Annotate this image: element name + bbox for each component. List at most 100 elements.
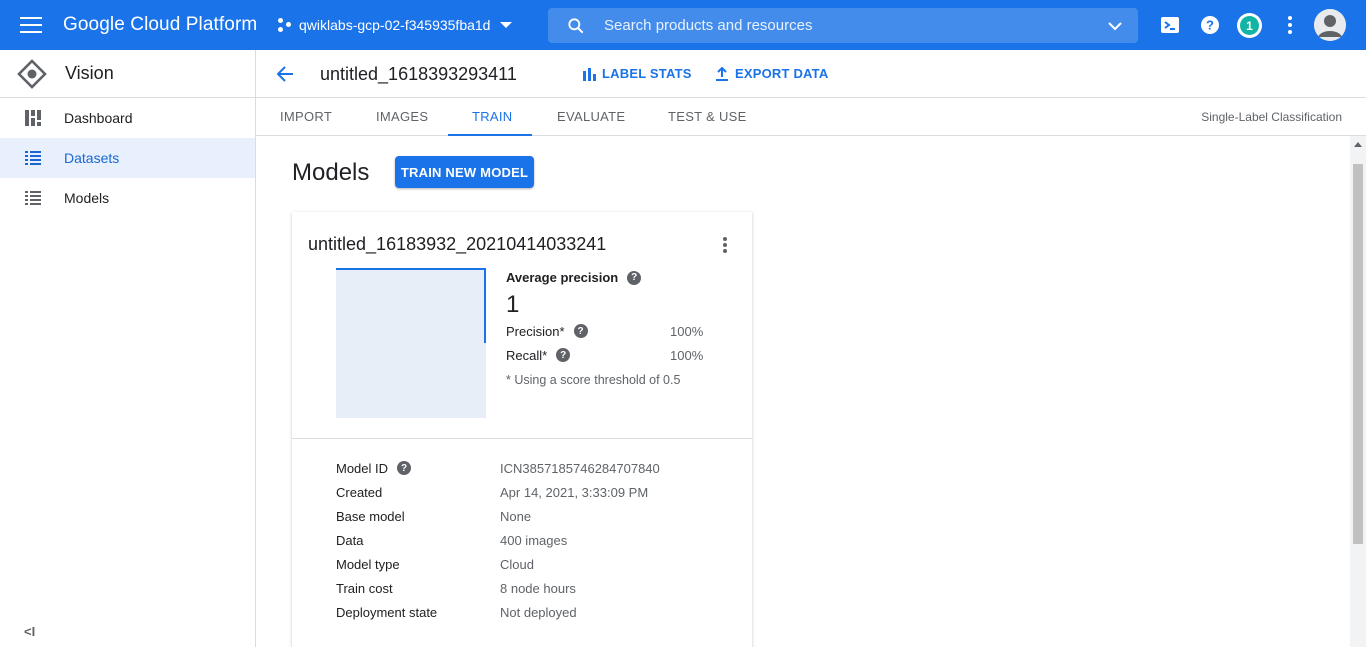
recall-text: Recall* — [506, 347, 548, 363]
page-title: Models — [292, 159, 370, 186]
brand-title[interactable]: Google Cloud Platform — [63, 14, 257, 36]
property-row: Model ID? ICN3857185746284707840 — [336, 456, 660, 480]
property-row: Deployment state Not deployed — [336, 600, 660, 624]
more-vert-icon[interactable] — [1279, 14, 1301, 36]
search-input[interactable] — [604, 17, 1084, 34]
precision-label: Precision*? — [506, 324, 588, 339]
sidebar: Vision Dashboard Datasets Models <I — [0, 50, 256, 647]
upload-icon — [716, 66, 728, 81]
property-value: None — [500, 508, 532, 524]
avg-precision-label: Average precision ? — [506, 270, 726, 285]
sidebar-item-models[interactable]: Models — [0, 178, 255, 218]
threshold-note: * Using a score threshold of 0.5 — [506, 373, 681, 387]
avg-precision-value: 1 — [506, 291, 520, 318]
sidebar-item-label: Datasets — [64, 150, 120, 166]
back-arrow-icon[interactable] — [275, 64, 295, 84]
property-row: Base model None — [336, 504, 660, 528]
recall-label: Recall*? — [506, 347, 571, 363]
property-row: Created Apr 14, 2021, 3:33:09 PM — [336, 480, 660, 504]
property-value: Cloud — [500, 556, 534, 572]
help-icon[interactable]: ? — [573, 324, 588, 338]
property-key: Train cost — [336, 580, 393, 596]
model-name: untitled_16183932_20210414033241 — [308, 234, 607, 254]
top-bar: Google Cloud Platform qwiklabs-gcp-02-f3… — [0, 0, 1366, 50]
precision-row: Precision*? 100% — [506, 319, 726, 343]
property-value: 400 images — [500, 532, 568, 548]
precision-value: 100% — [670, 323, 704, 339]
sidebar-item-label: Dashboard — [64, 110, 133, 126]
model-card: untitled_16183932_20210414033241 Average… — [292, 212, 752, 647]
model-id-label: Model ID — [336, 460, 389, 476]
property-value: Not deployed — [500, 604, 577, 620]
vision-logo-icon — [17, 58, 47, 89]
help-icon[interactable]: ? — [1199, 14, 1221, 36]
svg-text:?: ? — [1206, 18, 1214, 33]
export-data-button[interactable]: EXPORT DATA — [715, 66, 828, 81]
classification-type: Single-Label Classification — [1201, 110, 1342, 124]
scroll-thumb[interactable] — [1353, 164, 1363, 544]
project-selector[interactable]: qwiklabs-gcp-02-f345935fba1d — [278, 11, 513, 39]
property-value: 8 node hours — [500, 580, 576, 596]
notifications-badge[interactable]: 1 — [1237, 13, 1262, 38]
tab-train[interactable]: TRAIN — [472, 109, 513, 124]
dashboard-icon — [25, 110, 41, 126]
search-bar[interactable] — [548, 8, 1138, 43]
help-icon[interactable]: ? — [627, 270, 642, 285]
list-icon — [25, 151, 41, 165]
precision-text: Precision* — [506, 323, 565, 339]
notification-count: 1 — [1240, 16, 1259, 35]
project-dots-icon — [278, 18, 292, 32]
property-key: Deployment state — [336, 604, 438, 620]
help-icon[interactable]: ? — [556, 348, 571, 362]
dataset-title: untitled_1618393293411 — [320, 64, 517, 84]
page-header: untitled_1618393293411 LABEL STATS EXPOR… — [256, 50, 1366, 98]
precision-recall-chart — [336, 268, 486, 418]
metrics-panel: Average precision ? 1 Precision*? 100% R… — [506, 270, 726, 387]
scroll-up-arrow-icon[interactable] — [1354, 142, 1362, 147]
chevron-down-icon — [500, 22, 513, 28]
list-icon — [25, 191, 41, 205]
recall-row: Recall*? 100% — [506, 343, 726, 367]
property-key: Data — [336, 532, 364, 548]
model-id-value: ICN3857185746284707840 — [500, 460, 660, 476]
property-key: Model ID? — [336, 461, 500, 476]
sidebar-item-label: Models — [64, 190, 110, 206]
help-icon[interactable]: ? — [397, 461, 412, 475]
property-row: Model type Cloud — [336, 552, 660, 576]
project-name: qwiklabs-gcp-02-f345935fba1d — [299, 17, 491, 33]
collapse-sidebar-button[interactable]: <I — [24, 624, 35, 639]
scrollbar[interactable] — [1350, 136, 1366, 647]
property-value: Apr 14, 2021, 3:33:09 PM — [500, 484, 649, 500]
label-stats-button[interactable]: LABEL STATS — [582, 66, 692, 81]
tab-test-and-use[interactable]: TEST & USE — [668, 109, 747, 124]
tab-bar: IMPORT IMAGES TRAIN EVALUATE TEST & USE … — [256, 98, 1366, 136]
sidebar-title: Vision — [65, 63, 114, 83]
property-row: Train cost 8 node hours — [336, 576, 660, 600]
property-key: Created — [336, 484, 383, 500]
search-icon — [568, 17, 584, 33]
train-new-model-button[interactable]: TRAIN NEW MODEL — [395, 156, 534, 188]
export-data-label: EXPORT DATA — [735, 66, 829, 81]
model-properties: Model ID? ICN3857185746284707840 Created… — [336, 456, 660, 624]
property-key: Model type — [336, 556, 400, 572]
more-vert-icon[interactable] — [722, 236, 728, 254]
tab-import[interactable]: IMPORT — [280, 109, 332, 124]
menu-icon[interactable] — [20, 17, 42, 33]
tab-images[interactable]: IMAGES — [376, 109, 428, 124]
avg-precision-text: Average precision — [506, 270, 619, 285]
label-stats-label: LABEL STATS — [602, 66, 692, 81]
recall-value: 100% — [670, 347, 704, 363]
tab-evaluate[interactable]: EVALUATE — [557, 109, 625, 124]
divider — [292, 438, 752, 439]
account-icon — [1314, 9, 1346, 41]
property-row: Data 400 images — [336, 528, 660, 552]
cloud-shell-icon[interactable] — [1159, 14, 1181, 36]
avatar[interactable] — [1314, 9, 1346, 41]
chevron-down-icon[interactable] — [1108, 19, 1122, 33]
bar-chart-icon — [583, 67, 596, 81]
sidebar-header: Vision — [0, 50, 255, 98]
main-content: Models TRAIN NEW MODEL untitled_16183932… — [256, 136, 1350, 647]
sidebar-item-datasets[interactable]: Datasets — [0, 138, 255, 178]
property-key: Base model — [336, 508, 405, 524]
sidebar-item-dashboard[interactable]: Dashboard — [0, 98, 255, 138]
